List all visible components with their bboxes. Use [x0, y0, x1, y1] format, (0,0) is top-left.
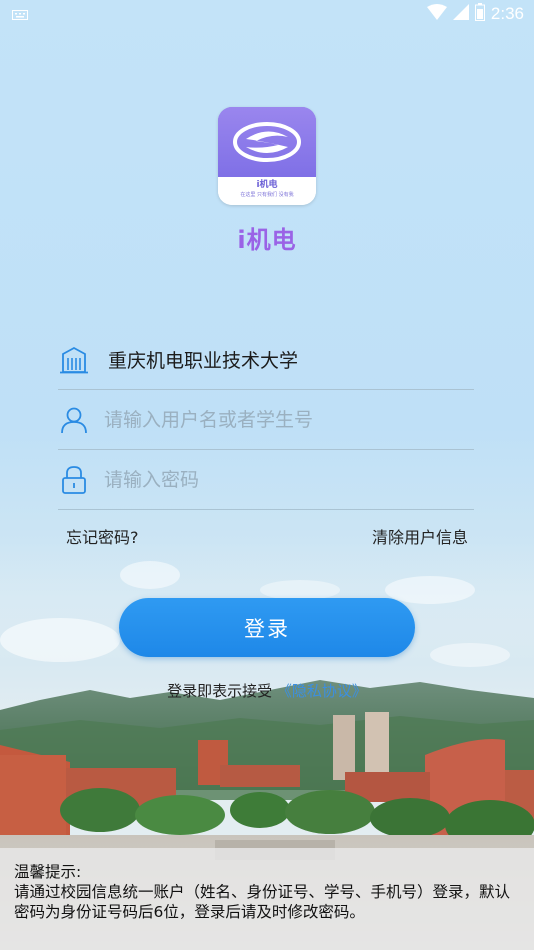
status-time: 2:36	[490, 4, 524, 23]
password-input[interactable]	[104, 468, 444, 491]
app-name: i机电	[237, 226, 297, 254]
app-logo: i机电 在这里 只有我们 没有我	[218, 107, 316, 205]
forgot-password-link[interactable]: 忘记密码?	[66, 524, 139, 548]
username-row	[58, 390, 474, 450]
notice-body: 请通过校园信息统一账户（姓名、身份证号、学号、手机号）登录，默认密码为身份证号码…	[14, 883, 511, 921]
user-icon	[58, 404, 90, 436]
school-selector[interactable]: 重庆机电职业技术大学	[58, 330, 474, 390]
agreement-prefix: 登录即表示接受	[167, 682, 273, 700]
lock-icon	[58, 464, 90, 496]
battery-icon	[474, 3, 485, 25]
notice-title: 温馨提示:	[14, 863, 82, 881]
username-input[interactable]	[104, 408, 444, 431]
logo-emblem-icon	[218, 107, 316, 177]
status-bar: 2:36	[0, 0, 534, 28]
notice-box: 温馨提示: 请通过校园信息统一账户（姓名、身份证号、学号、手机号）登录，默认密码…	[0, 848, 534, 950]
login-button[interactable]: 登录	[119, 598, 415, 657]
clear-user-info-link[interactable]: 清除用户信息	[372, 524, 468, 548]
school-building-icon	[58, 344, 90, 376]
password-row	[58, 450, 474, 510]
agreement-text: 登录即表示接受 《隐私协议》	[0, 680, 534, 701]
signal-icon	[452, 4, 469, 24]
logo-slogan: 在这里 只有我们 没有我	[240, 192, 294, 198]
school-name: 重庆机电职业技术大学	[108, 350, 299, 372]
wifi-icon	[426, 4, 447, 24]
privacy-agreement-link[interactable]: 《隐私协议》	[277, 682, 367, 700]
keyboard-icon	[12, 5, 28, 24]
logo-text: i机电	[256, 180, 278, 190]
